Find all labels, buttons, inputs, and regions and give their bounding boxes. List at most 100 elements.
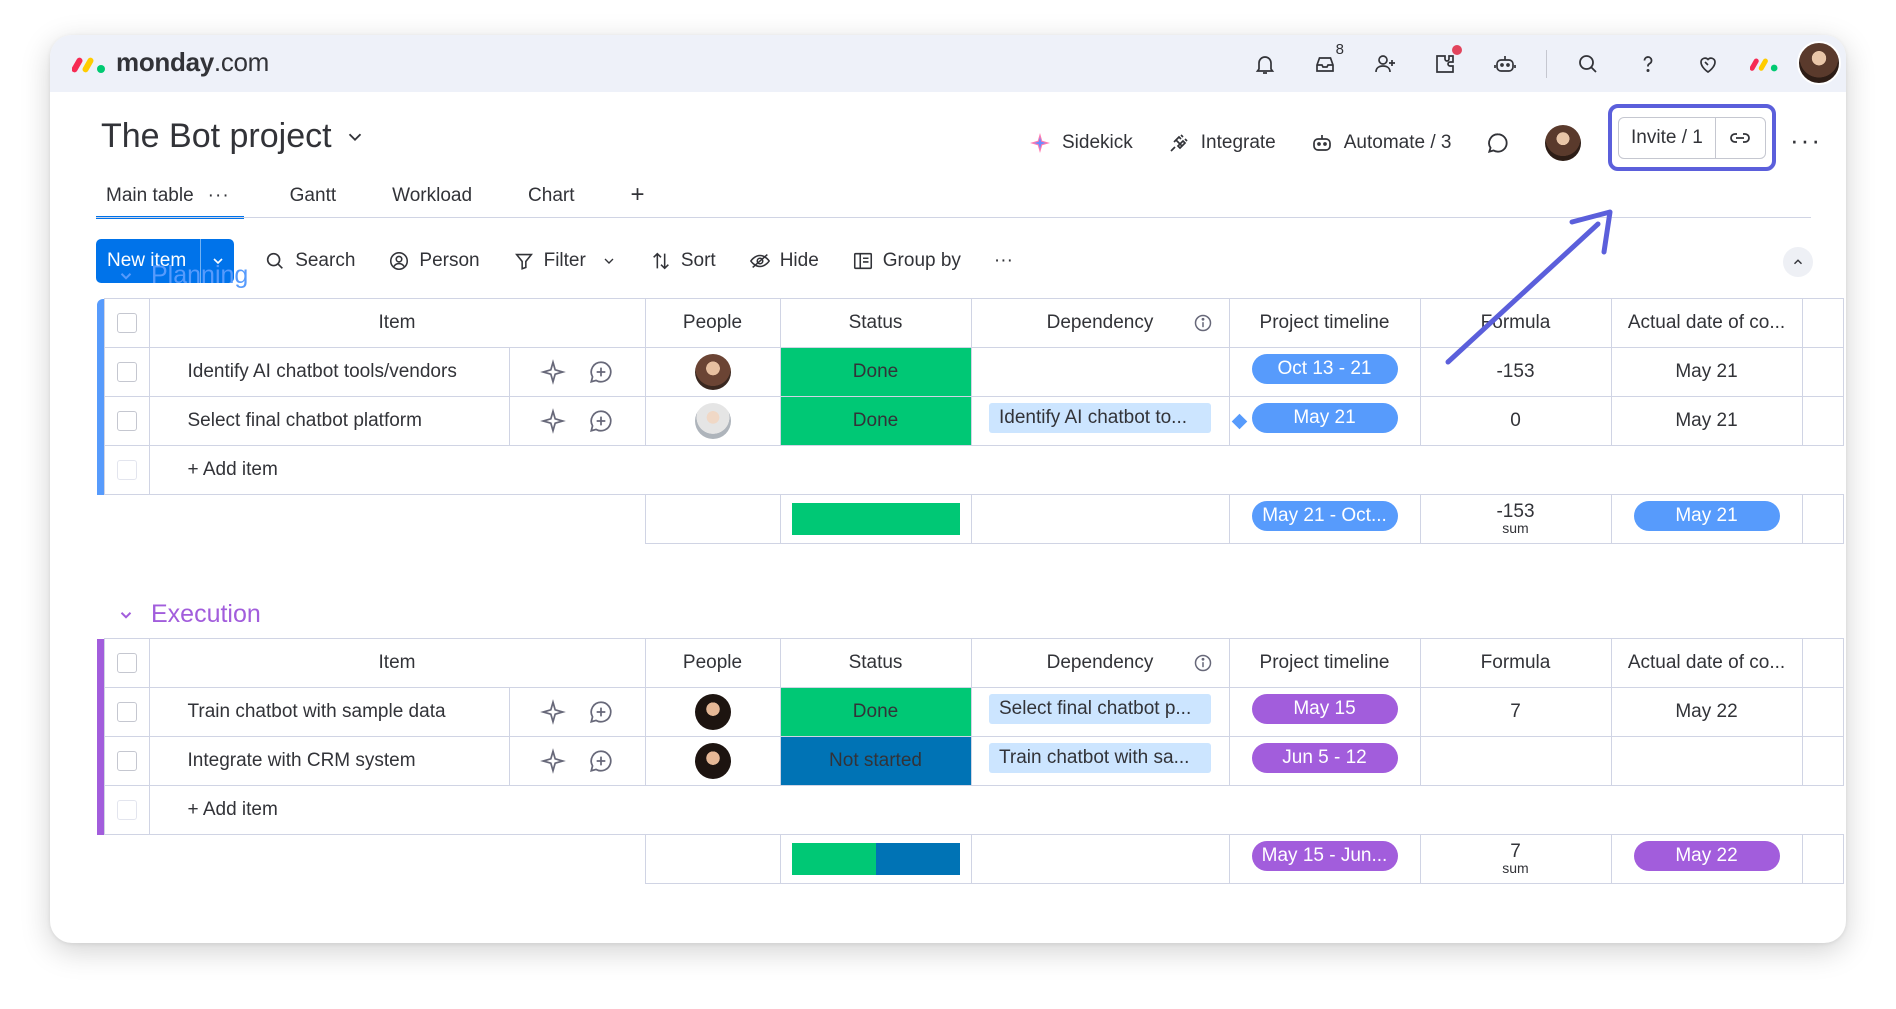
sparkle-icon[interactable] — [540, 748, 566, 774]
status-summary-bar-done[interactable] — [791, 843, 876, 875]
formula-cell[interactable] — [1419, 736, 1612, 786]
brand-logo[interactable]: monday.com — [72, 47, 269, 78]
checkbox[interactable] — [116, 410, 137, 431]
people-cell[interactable] — [644, 396, 781, 446]
automate-button[interactable]: Automate / 3 — [1310, 131, 1451, 155]
sort-button[interactable]: Sort — [650, 250, 716, 272]
tab-workload[interactable]: Workload — [382, 175, 482, 219]
search-icon[interactable] — [1569, 45, 1607, 83]
status-cell[interactable]: Not started — [779, 736, 972, 786]
group-header-execution[interactable]: Execution — [117, 600, 261, 629]
add-item-row[interactable]: + Add item — [97, 785, 1843, 835]
collapse-header-button[interactable] — [1783, 247, 1813, 277]
column-header-status[interactable]: Status — [779, 638, 972, 688]
apps-icon[interactable] — [1426, 45, 1464, 83]
ai-robot-icon[interactable] — [1486, 45, 1524, 83]
heart-icon[interactable] — [1689, 45, 1727, 83]
add-item-input[interactable]: + Add item — [148, 445, 1843, 495]
tab-chart[interactable]: Chart — [518, 175, 584, 219]
person-avatar[interactable] — [694, 354, 731, 390]
item-name[interactable]: Identify AI chatbot tools/vendors — [148, 347, 510, 397]
checkbox[interactable] — [116, 361, 137, 382]
checkbox[interactable] — [116, 312, 137, 333]
dependency-chip[interactable]: Select final chatbot p... — [989, 694, 1211, 724]
add-item-row[interactable]: + Add item — [97, 445, 1843, 495]
chevron-down-icon[interactable] — [117, 267, 135, 285]
dependency-cell[interactable]: Train chatbot with sa... — [970, 736, 1230, 786]
integrate-button[interactable]: Integrate — [1167, 131, 1276, 155]
tab-gantt[interactable]: Gantt — [280, 175, 346, 219]
person-avatar[interactable] — [694, 743, 731, 779]
add-item-input[interactable]: + Add item — [148, 785, 1843, 835]
item-name[interactable]: Integrate with CRM system — [148, 736, 510, 786]
add-update-icon[interactable] — [588, 748, 614, 774]
sidekick-button[interactable]: Sidekick — [1028, 131, 1133, 155]
row-checkbox-cell[interactable] — [103, 736, 150, 786]
column-header-item[interactable]: Item — [148, 638, 646, 688]
column-header-dependency[interactable]: Dependency — [970, 298, 1230, 348]
group-by-button[interactable]: Group by — [852, 250, 961, 272]
chevron-down-icon[interactable] — [601, 253, 617, 269]
add-view-button[interactable]: + — [621, 175, 655, 219]
select-all-checkbox[interactable] — [103, 638, 150, 688]
dependency-chip[interactable]: Train chatbot with sa... — [989, 743, 1211, 773]
column-header-formula[interactable]: Formula — [1419, 298, 1612, 348]
tab-options-dots[interactable]: ··· — [208, 185, 230, 207]
copy-link-button[interactable] — [1716, 126, 1765, 150]
table-row[interactable]: Identify AI chatbot tools/vendors Done O… — [97, 347, 1844, 397]
invite-button[interactable]: Invite / 1 — [1618, 117, 1766, 159]
row-checkbox-cell[interactable] — [103, 396, 150, 446]
board-title-row[interactable]: The Bot project — [101, 117, 366, 156]
column-header-timeline[interactable]: Project timeline — [1228, 298, 1421, 348]
person-avatar[interactable] — [694, 694, 731, 730]
add-column-cell[interactable] — [1801, 638, 1844, 688]
timeline-cell[interactable]: Jun 5 - 12 — [1228, 736, 1421, 786]
item-name[interactable]: Select final chatbot platform — [148, 396, 510, 446]
sparkle-icon[interactable] — [540, 408, 566, 434]
table-row[interactable]: Select final chatbot platform Done Ident… — [97, 396, 1844, 446]
status-summary-bar[interactable] — [791, 503, 960, 535]
status-cell[interactable]: Done — [779, 687, 972, 737]
filter-button[interactable]: Filter — [513, 250, 617, 272]
user-avatar[interactable] — [1797, 41, 1841, 85]
actual-date-cell[interactable]: May 22 — [1610, 687, 1803, 737]
actual-date-cell[interactable]: May 21 — [1610, 396, 1803, 446]
chevron-down-icon[interactable] — [117, 606, 135, 624]
table-row[interactable]: Train chatbot with sample data Done Sele… — [97, 687, 1844, 737]
timeline-cell[interactable]: May 21 — [1228, 396, 1421, 446]
add-update-icon[interactable] — [588, 359, 614, 385]
column-header-item[interactable]: Item — [148, 298, 646, 348]
board-more-menu[interactable]: ··· — [1790, 127, 1822, 153]
add-update-icon[interactable] — [588, 699, 614, 725]
search-button[interactable]: Search — [264, 250, 355, 272]
bell-icon[interactable] — [1246, 45, 1284, 83]
add-update-icon[interactable] — [588, 408, 614, 434]
checkbox[interactable] — [116, 652, 137, 673]
timeline-cell[interactable]: May 15 — [1228, 687, 1421, 737]
column-header-status[interactable]: Status — [779, 298, 972, 348]
dependency-cell[interactable]: Identify AI chatbot to... — [970, 396, 1230, 446]
column-header-actual-date[interactable]: Actual date of co... — [1610, 638, 1803, 688]
row-checkbox-cell[interactable] — [103, 347, 150, 397]
person-avatar[interactable] — [694, 403, 731, 439]
group-name[interactable]: Execution — [151, 600, 261, 629]
product-switcher-icon[interactable] — [1750, 53, 1780, 73]
sparkle-icon[interactable] — [540, 359, 566, 385]
dependency-cell[interactable]: Select final chatbot p... — [970, 687, 1230, 737]
column-header-formula[interactable]: Formula — [1419, 638, 1612, 688]
item-name[interactable]: Train chatbot with sample data — [148, 687, 510, 737]
toolbar-more-button[interactable]: ··· — [994, 250, 1013, 272]
add-column-cell[interactable] — [1801, 298, 1844, 348]
hide-button[interactable]: Hide — [749, 250, 819, 272]
info-icon[interactable] — [1193, 653, 1213, 673]
dependency-chip[interactable]: Identify AI chatbot to... — [989, 403, 1211, 433]
group-name[interactable]: Planning — [151, 261, 248, 290]
table-row[interactable]: Integrate with CRM system Not started Tr… — [97, 736, 1844, 786]
people-cell[interactable] — [644, 347, 781, 397]
sparkle-icon[interactable] — [540, 699, 566, 725]
actual-date-cell[interactable]: May 21 — [1610, 347, 1803, 397]
dependency-cell[interactable] — [970, 347, 1230, 397]
help-icon[interactable] — [1629, 45, 1667, 83]
group-header-planning[interactable]: Planning — [117, 261, 248, 290]
checkbox[interactable] — [116, 701, 137, 722]
